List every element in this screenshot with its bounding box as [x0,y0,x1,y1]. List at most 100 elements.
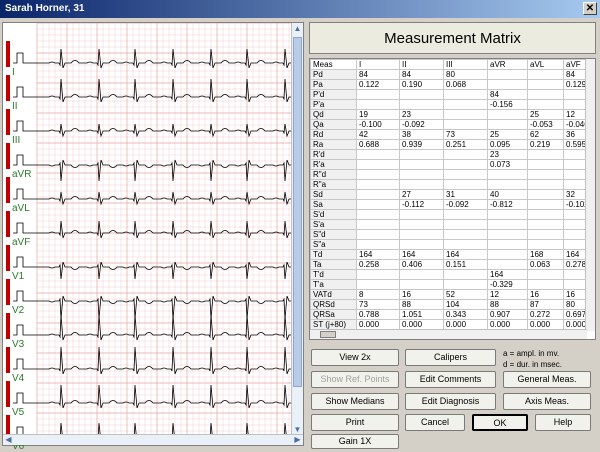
measurement-table-panel[interactable]: Meas I II III aVR aVL aVF Pd 84 84 80 84 Pa 0.122 0.1… [309,58,596,340]
show-medians-button[interactable]: Show Medians [311,393,399,410]
table-cell: 0.272 [527,309,564,320]
row-header: S"a [310,239,357,250]
ecg-strip-panel[interactable]: I II III aVR aVL aVF V1 V2 V3 V4 V5 V6 ▲ ▼ ◀ ▶ [2,22,304,452]
table-row: Td 164 164 164 168 164 [310,249,592,260]
table-cell [356,169,400,180]
table-cell [443,119,488,130]
column-header: Meas [310,59,357,70]
table-cell [356,149,400,160]
table-row: Pd 84 84 80 84 [310,69,592,80]
column-header: aVL [527,59,564,70]
lead-marker [6,75,10,101]
ecg-vertical-scrollbar[interactable]: ▲ ▼ [291,23,303,435]
row-header: Sd [310,189,357,200]
table-cell [487,239,528,250]
cancel-button[interactable]: Cancel [405,414,465,431]
table-cell [527,89,564,100]
close-button[interactable]: ✕ [583,2,597,15]
print-button[interactable]: Print [311,414,399,431]
ecg-measurement-window: Sarah Horner, 31 ✕ I II III aVR aVL aVF V1 V2 V3… [0,0,600,452]
row-header: VATd [310,289,357,300]
table-row: Qd 19 23 25 12 [310,109,592,120]
matrix-title: Measurement Matrix [309,22,596,54]
table-cell [443,159,488,170]
table-cell [399,149,444,160]
scroll-up-icon[interactable]: ▲ [292,23,303,34]
lead-marker [6,279,10,305]
table-cell [356,269,400,280]
row-header: T'a [310,279,357,290]
table-cell [487,119,528,130]
table-cell [487,179,528,190]
scroll-thumb[interactable] [293,37,302,387]
table-cell [527,189,564,200]
table-cell: 164 [443,249,488,260]
show-ref-points-button[interactable]: Show Ref. Points [311,371,399,388]
table-cell [443,229,488,240]
calipers-button[interactable]: Calipers [405,349,496,366]
lead-marker [6,313,10,339]
table-cell [356,239,400,250]
duration-note: d = dur. in msec. [503,360,562,369]
table-cell: 0.000 [443,319,488,330]
table-cell [527,279,564,290]
table-cell [356,219,400,230]
table-cell: 0.343 [443,309,488,320]
view-2x-button[interactable]: View 2x [311,349,399,366]
general-meas-button[interactable]: General Meas. [503,371,591,388]
row-header: P'a [310,99,357,110]
ecg-horizontal-scrollbar[interactable]: ◀ ▶ [3,434,303,445]
table-cell [527,219,564,230]
edit-comments-button[interactable]: Edit Comments [405,371,496,388]
table-cell: 31 [443,189,488,200]
row-header: Pa [310,79,357,90]
row-header: S"d [310,229,357,240]
table-cell: 0.151 [443,259,488,270]
table-cell [399,159,444,170]
lead-label: V3 [12,339,25,350]
lead-marker [6,143,10,169]
table-cell: -0.329 [487,279,528,290]
lead-label: V4 [12,373,25,384]
lead-label: aVF [12,237,31,248]
table-cell [443,99,488,110]
row-header: Qd [310,109,357,120]
table-cell: 0.073 [487,159,528,170]
lead-label: I [12,67,15,78]
table-row: ST (j+80) 0.000 0.000 0.000 0.000 0.000 0.000 [310,319,592,330]
row-header: Ra [310,139,357,150]
table-cell [443,109,488,120]
table-row: Pa 0.122 0.190 0.068 0.129 [310,79,592,90]
table-vertical-scrollbar[interactable] [585,59,595,331]
table-cell [487,259,528,270]
table-cell [399,269,444,280]
table-row: QRSa 0.788 1.051 0.343 0.907 0.272 0.697 [310,309,592,320]
row-header: Rd [310,129,357,140]
table-cell [399,209,444,220]
table-cell: -0.092 [443,199,488,210]
table-cell [527,209,564,220]
table-cell: -0.812 [487,199,528,210]
table-cell [356,179,400,190]
ok-button[interactable]: OK [472,414,528,431]
table-cell: 73 [356,299,400,310]
axis-meas-button[interactable]: Axis Meas. [503,393,591,410]
table-horizontal-scrollbar[interactable] [310,329,587,339]
edit-diagnosis-button[interactable]: Edit Diagnosis [405,393,496,410]
table-cell: 84 [356,69,400,80]
table-row: Ra 0.688 0.939 0.251 0.095 0.219 0.595 [310,139,592,150]
gain-button[interactable]: Gain 1X [311,434,399,449]
scroll-left-icon[interactable]: ◀ [3,435,14,445]
lead-marker [6,211,10,237]
table-cell: 0.219 [527,139,564,150]
table-cell [399,169,444,180]
table-scroll-thumb[interactable] [320,331,336,338]
table-cell: 1.051 [399,309,444,320]
table-row: QRSd 73 88 104 88 87 80 [310,299,592,310]
table-cell [443,89,488,100]
table-cell [527,199,564,210]
table-cell [527,149,564,160]
row-header: R"d [310,169,357,180]
scroll-right-icon[interactable]: ▶ [292,435,303,445]
help-button[interactable]: Help [535,414,591,431]
